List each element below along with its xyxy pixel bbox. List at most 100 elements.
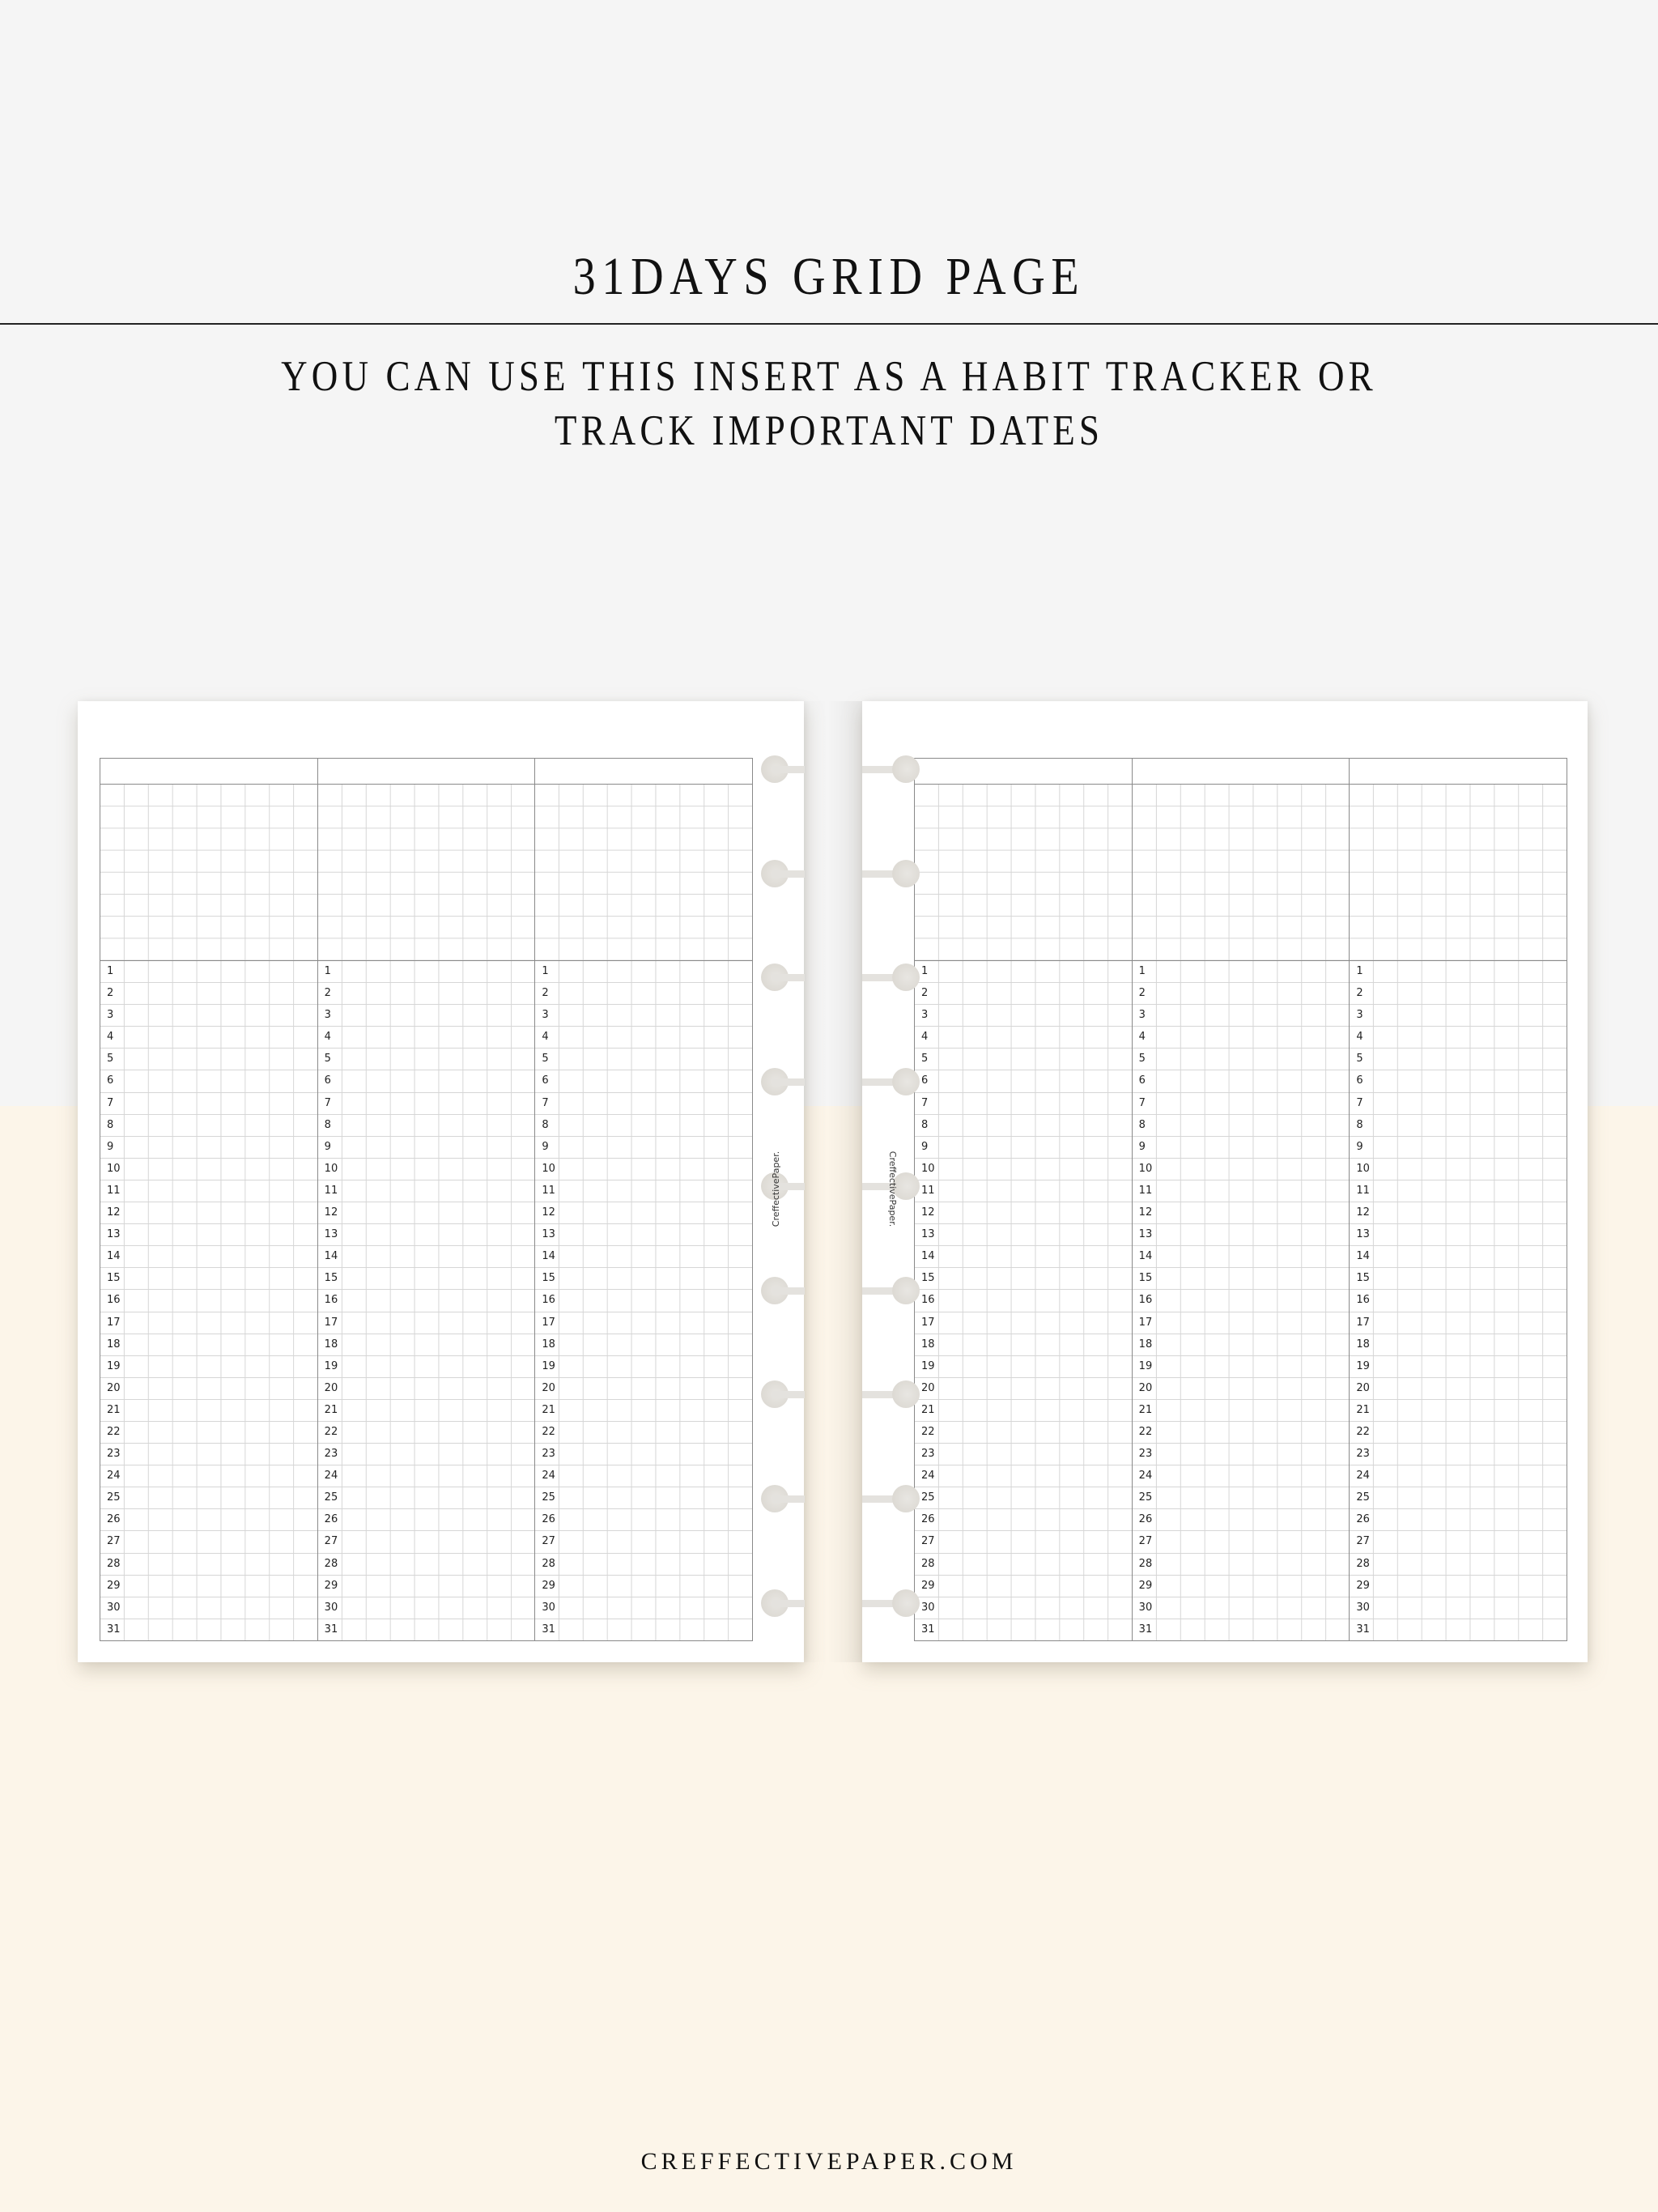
ring-hole-left	[761, 1589, 842, 1617]
day-number: 23	[542, 1448, 555, 1461]
day-number: 7	[921, 1096, 929, 1109]
day-number: 25	[107, 1491, 121, 1504]
day-number: 20	[542, 1381, 555, 1394]
day-number: 28	[542, 1557, 555, 1570]
day-row: 27	[1350, 1531, 1567, 1554]
day-row: 18	[535, 1334, 753, 1356]
day-number: 8	[324, 1118, 331, 1131]
column-header-field[interactable]	[1350, 759, 1567, 785]
ring-hole-left	[761, 755, 842, 783]
day-row: 13	[535, 1224, 753, 1247]
day-row: 25	[1132, 1487, 1350, 1510]
day-row: 22	[915, 1421, 1132, 1444]
notes-grid-area	[535, 785, 753, 961]
column-header-field[interactable]	[915, 759, 1132, 785]
day-number: 26	[542, 1513, 555, 1526]
day-number: 17	[921, 1316, 935, 1329]
ring-hole-right	[862, 1589, 943, 1617]
day-row: 13	[915, 1224, 1132, 1247]
day-row: 12	[1132, 1202, 1350, 1225]
day-number: 31	[1356, 1623, 1370, 1636]
day-row: 24	[915, 1465, 1132, 1488]
day-row: 19	[535, 1355, 753, 1378]
day-row: 1	[100, 961, 317, 984]
day-number: 11	[107, 1184, 121, 1197]
notes-grid-area	[915, 785, 1132, 961]
day-number: 26	[107, 1513, 121, 1526]
day-row: 1	[317, 961, 535, 984]
ring-hole-right	[862, 755, 943, 783]
day-rows: 1 2 3 4 5 6 7 8 9 10 11 12 13 14 15 16 17 18 19 20 21 22 23 24 2…	[317, 961, 535, 1640]
day-row: 23	[1350, 1444, 1567, 1466]
day-row: 17	[915, 1312, 1132, 1334]
day-row: 20	[1132, 1377, 1350, 1400]
ring-bar	[772, 1287, 805, 1295]
day-number: 4	[1356, 1031, 1363, 1044]
day-number: 4	[921, 1031, 929, 1044]
ring-bar	[772, 1391, 805, 1399]
day-number: 13	[1356, 1228, 1370, 1241]
day-row: 14	[915, 1246, 1132, 1269]
day-row: 3	[100, 1005, 317, 1027]
day-number: 27	[1138, 1535, 1153, 1548]
ring-hole-right	[862, 963, 943, 992]
day-number: 17	[107, 1316, 121, 1329]
day-row: 31	[1132, 1619, 1350, 1640]
day-row: 11	[1350, 1180, 1567, 1203]
day-row: 18	[1350, 1334, 1567, 1356]
day-row: 26	[100, 1509, 317, 1532]
day-row: 10	[535, 1158, 753, 1180]
day-row: 12	[1350, 1202, 1567, 1225]
day-rows: 1 2 3 4 5 6 7 8 9 10 11 12 13 14 15 16 17 18 19 20 21 22 23 24 2…	[100, 961, 317, 1640]
ring-hole	[892, 1589, 920, 1617]
day-row: 29	[317, 1575, 535, 1597]
day-row: 25	[915, 1487, 1132, 1510]
day-row: 12	[535, 1202, 753, 1225]
day-number: 5	[1138, 1053, 1146, 1066]
day-row: 21	[915, 1399, 1132, 1422]
day-number: 26	[324, 1513, 338, 1526]
tracker-grid: 1 2 3 4 5 6 7 8 9 10 11 12 13 14 15 16 17 18 19 20 21 22 23 24 2…	[914, 758, 1567, 1641]
day-row: 16	[317, 1290, 535, 1312]
day-number: 29	[1138, 1579, 1153, 1592]
day-number: 4	[324, 1031, 331, 1044]
day-row: 7	[100, 1092, 317, 1115]
column-header-field[interactable]	[1132, 759, 1350, 785]
ring-hole-left	[761, 1068, 842, 1096]
day-number: 18	[542, 1338, 555, 1351]
ring-hole-right	[862, 1068, 943, 1096]
column-header-field[interactable]	[535, 759, 753, 785]
day-row: 22	[1132, 1421, 1350, 1444]
day-row: 18	[100, 1334, 317, 1356]
day-number: 3	[324, 1009, 331, 1022]
tracker-column: 1 2 3 4 5 6 7 8 9 10 11 12 13 14 15 16 17 18 19 20 21 22 23 24 2…	[1350, 759, 1567, 1640]
day-number: 23	[1356, 1448, 1370, 1461]
day-row: 30	[317, 1597, 535, 1619]
day-number: 10	[324, 1162, 338, 1175]
day-row: 9	[915, 1136, 1132, 1159]
day-row: 1	[915, 961, 1132, 984]
day-number: 21	[542, 1403, 555, 1416]
day-row: 7	[1132, 1092, 1350, 1115]
day-number: 14	[1356, 1250, 1370, 1263]
day-row: 18	[317, 1334, 535, 1356]
day-row: 7	[317, 1092, 535, 1115]
day-number: 23	[921, 1448, 935, 1461]
day-row: 7	[535, 1092, 753, 1115]
day-row: 20	[535, 1377, 753, 1400]
ring-bar	[772, 1078, 805, 1087]
column-header-field[interactable]	[100, 759, 317, 785]
day-row: 26	[1132, 1509, 1350, 1532]
day-number: 15	[542, 1272, 555, 1285]
ring-hole	[892, 1068, 920, 1096]
day-number: 29	[542, 1579, 555, 1592]
day-number: 19	[1356, 1359, 1370, 1372]
day-row: 30	[1132, 1597, 1350, 1619]
watermark-right: CreffectivePaper.	[887, 1151, 899, 1227]
column-header-field[interactable]	[317, 759, 535, 785]
day-row: 5	[915, 1049, 1132, 1071]
day-number: 23	[1138, 1448, 1153, 1461]
day-row: 15	[915, 1268, 1132, 1291]
day-row: 2	[1132, 983, 1350, 1006]
day-number: 20	[1356, 1381, 1370, 1394]
